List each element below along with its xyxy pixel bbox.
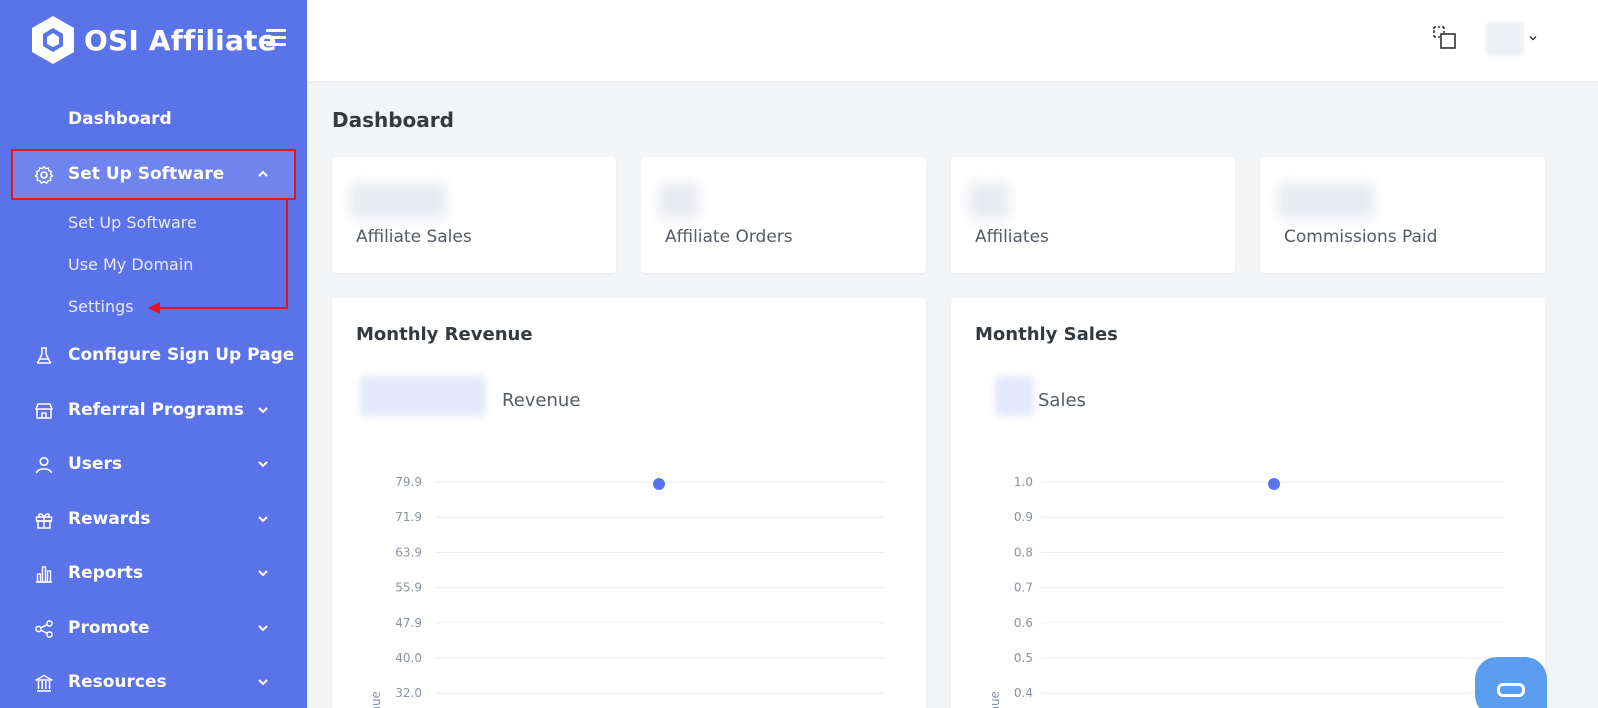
flask-icon — [36, 347, 52, 364]
annotation-highlight-box — [11, 149, 296, 200]
sidebar-item-rewards[interactable]: Rewards — [0, 499, 307, 539]
user-icon — [35, 456, 53, 474]
logo-icon — [32, 16, 74, 64]
sidebar-subitem-setup-software[interactable]: Set Up Software — [68, 213, 197, 232]
chevron-down-icon — [258, 570, 268, 577]
chevron-down-icon — [258, 461, 268, 468]
chat-icon — [1497, 683, 1525, 697]
sidebar-item-label: Promote — [68, 618, 150, 638]
stat-card-commissions-paid: Commissions Paid — [1260, 157, 1545, 273]
chevron-down-icon — [258, 679, 268, 686]
legend-swatch[interactable] — [995, 376, 1033, 416]
legend-label[interactable]: Sales — [1038, 390, 1086, 411]
bank-icon — [35, 674, 53, 692]
sidebar-item-configure-signup[interactable]: Configure Sign Up Page — [0, 335, 307, 375]
stat-card-affiliate-orders: Affiliate Orders — [641, 157, 926, 273]
stat-value-blurred — [659, 183, 699, 219]
stat-label: Affiliates — [975, 227, 1049, 247]
y-tick-label: 79.9 — [395, 475, 422, 489]
sidebar-item-label: Resources — [68, 672, 167, 692]
bar-chart-icon — [36, 566, 52, 583]
sidebar-item-label: Dashboard — [68, 109, 172, 129]
sidebar-item-reports[interactable]: Reports — [0, 553, 307, 593]
sidebar: OSI Affiliate Dashboard Set Up Software … — [0, 0, 307, 708]
y-tick-label: 0.6 — [1014, 616, 1033, 630]
sidebar-item-label: Referral Programs — [68, 400, 244, 420]
y-axis-title: Revenue — [369, 691, 383, 708]
data-point — [1268, 478, 1280, 490]
share-icon — [35, 620, 53, 638]
chevron-down-icon[interactable] — [1528, 33, 1538, 43]
sidebar-item-label: Configure Sign Up Page — [68, 345, 295, 365]
sidebar-item-resources[interactable]: Resources — [0, 662, 307, 702]
annotation-arrow-line — [286, 200, 288, 309]
y-tick-label: 0.5 — [1014, 651, 1033, 665]
stat-value-blurred — [1278, 183, 1374, 219]
gift-icon — [35, 513, 53, 529]
sidebar-subitem-use-my-domain[interactable]: Use My Domain — [68, 255, 193, 274]
stat-card-affiliate-sales: Affiliate Sales — [332, 157, 616, 273]
annotation-arrow-line — [158, 307, 288, 309]
legend-label[interactable]: Revenue — [502, 390, 580, 411]
sidebar-item-users[interactable]: Users — [0, 444, 307, 484]
brand-name: OSI Affiliate — [84, 23, 277, 57]
topbar — [307, 0, 1598, 81]
sales-chart: 1.0 0.9 0.8 0.7 0.6 0.5 0.4 Revenue — [988, 475, 1504, 708]
y-tick-label: 32.0 — [395, 686, 422, 700]
chart-card-monthly-revenue: Monthly Revenue Revenue 79.9 71.9 63.9 55.9… — [332, 298, 926, 708]
y-tick-label: 1.0 — [1014, 475, 1033, 489]
stat-label: Affiliate Orders — [665, 227, 793, 247]
data-point — [653, 478, 665, 490]
chat-widget-button[interactable] — [1475, 657, 1547, 708]
chart-title: Monthly Sales — [975, 324, 1118, 345]
annotation-arrow-head — [148, 302, 160, 314]
stat-value-blurred — [969, 183, 1009, 219]
sidebar-item-referral-programs[interactable]: Referral Programs — [0, 390, 307, 430]
y-axis-title: Revenue — [988, 691, 1002, 708]
chart-card-monthly-sales: Monthly Sales Sales 1.0 0.9 0.8 0.7 0.6 0.5 0.… — [951, 298, 1545, 708]
y-tick-label: 47.9 — [395, 616, 422, 630]
y-tick-label: 0.7 — [1014, 581, 1033, 595]
chevron-down-icon — [258, 407, 268, 414]
menu-toggle-icon[interactable] — [266, 29, 286, 47]
store-icon — [35, 403, 53, 419]
y-tick-label: 0.8 — [1014, 545, 1033, 559]
chevron-down-icon — [258, 516, 268, 523]
y-tick-label: 71.9 — [395, 510, 422, 524]
chart-title: Monthly Revenue — [356, 324, 533, 345]
sidebar-subitem-settings[interactable]: Settings — [68, 297, 134, 316]
sidebar-item-dashboard[interactable]: Dashboard — [0, 99, 307, 139]
brand[interactable]: OSI Affiliate — [30, 14, 277, 66]
page-title: Dashboard — [332, 108, 454, 132]
y-tick-label: 0.4 — [1014, 686, 1033, 700]
stat-label: Affiliate Sales — [356, 227, 472, 247]
y-tick-label: 40.0 — [395, 651, 422, 665]
legend-swatch[interactable] — [360, 376, 486, 416]
y-tick-label: 0.9 — [1014, 510, 1033, 524]
stat-value-blurred — [350, 183, 446, 219]
fullscreen-icon[interactable] — [1432, 25, 1458, 51]
chevron-down-icon — [258, 625, 268, 632]
stat-label: Commissions Paid — [1284, 227, 1438, 247]
revenue-chart: 79.9 71.9 63.9 55.9 47.9 40.0 32.0 Revenue — [369, 475, 885, 708]
sidebar-item-label: Users — [68, 454, 122, 474]
y-tick-label: 63.9 — [395, 545, 422, 559]
stat-card-affiliates: Affiliates — [951, 157, 1235, 273]
avatar[interactable] — [1486, 22, 1524, 56]
y-tick-label: 55.9 — [395, 581, 422, 595]
sidebar-item-label: Rewards — [68, 509, 151, 529]
sidebar-item-promote[interactable]: Promote — [0, 608, 307, 648]
sidebar-item-label: Reports — [68, 563, 144, 583]
